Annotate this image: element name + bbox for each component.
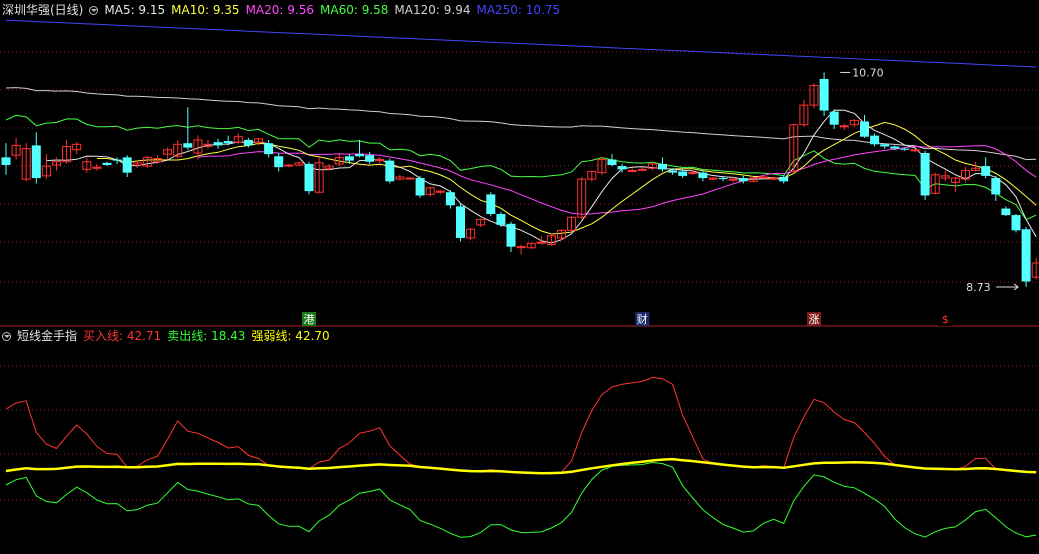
candle-body xyxy=(365,155,375,162)
candle-body xyxy=(1031,262,1039,278)
strength-line xyxy=(5,457,1037,475)
candle-body xyxy=(31,145,41,179)
candle-body xyxy=(668,170,678,173)
ma250-line xyxy=(5,19,1037,68)
candle-body xyxy=(213,142,223,146)
candle-body xyxy=(658,163,667,170)
candle-body xyxy=(991,178,1001,195)
candle-body xyxy=(870,135,880,145)
candle-body xyxy=(900,148,910,150)
candle-body xyxy=(496,214,506,225)
candle-body xyxy=(839,125,849,128)
candle-body xyxy=(405,177,415,180)
candle-body xyxy=(183,143,193,148)
candle-body xyxy=(223,141,233,144)
candle-body xyxy=(102,162,112,165)
candle-body xyxy=(122,157,132,173)
candle-body xyxy=(819,78,829,111)
candle-body xyxy=(1,157,11,165)
low-price-label: 8.73 xyxy=(966,281,991,294)
candle-body xyxy=(678,171,688,176)
candle-body xyxy=(920,153,930,196)
candle-body xyxy=(688,172,698,175)
candle-body xyxy=(890,146,900,149)
candle-body xyxy=(617,166,627,170)
candle-body xyxy=(607,159,617,165)
candle-body xyxy=(274,156,284,168)
candle-body xyxy=(456,206,465,238)
high-price-label: 10.70 xyxy=(852,66,884,79)
candle-body xyxy=(860,121,869,137)
candle-body xyxy=(304,163,314,192)
candle-body xyxy=(1001,208,1011,216)
candle-body xyxy=(506,223,516,247)
candle-body xyxy=(112,159,122,161)
candle-body xyxy=(829,111,839,125)
ma20-line xyxy=(197,145,1037,215)
candle-body xyxy=(698,172,708,179)
candle-body xyxy=(1011,215,1021,231)
candle-body xyxy=(536,241,546,244)
candle-body xyxy=(728,178,738,181)
marker-text: 港 xyxy=(304,313,315,326)
candle-body xyxy=(637,168,647,171)
candle-body xyxy=(486,194,496,214)
buy-line xyxy=(5,376,1037,474)
candle-body xyxy=(738,178,748,182)
marker-text: 财 xyxy=(637,312,648,326)
candle-body xyxy=(516,246,526,249)
candle-body xyxy=(264,143,274,155)
marker-text: 涨 xyxy=(809,313,820,326)
candle-body xyxy=(355,154,364,157)
candle-body xyxy=(880,144,890,147)
candle-body xyxy=(415,178,425,196)
candle-body xyxy=(385,160,395,182)
candle-body xyxy=(779,176,789,182)
candle-body xyxy=(627,169,637,172)
candle-body xyxy=(1021,229,1031,282)
marker-text: $ xyxy=(942,313,949,326)
candle-body xyxy=(445,192,455,206)
chart-canvas[interactable]: 10.70 8.73 港 财 涨 $ xyxy=(0,0,1039,554)
candle-body xyxy=(344,156,354,161)
candle-body xyxy=(981,166,991,176)
candle-body xyxy=(243,139,253,146)
candle-body xyxy=(718,178,728,180)
